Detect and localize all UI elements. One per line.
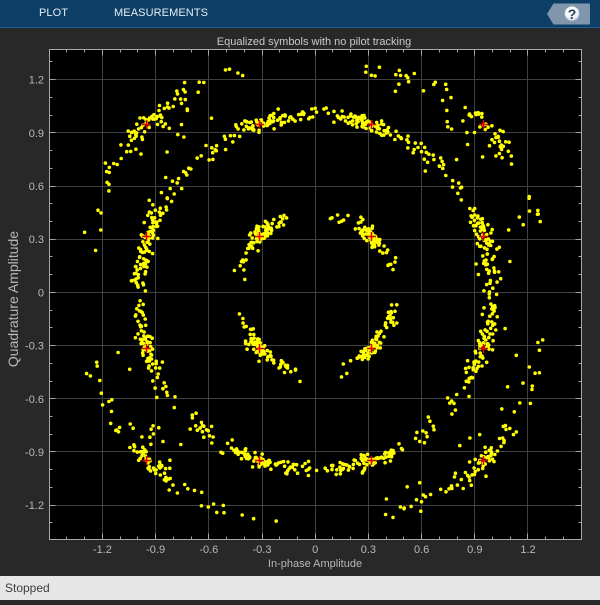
svg-text:0.3: 0.3 <box>29 234 44 246</box>
svg-text:-0.6: -0.6 <box>25 394 44 406</box>
svg-text:-0.3: -0.3 <box>25 341 44 353</box>
svg-text:-1.2: -1.2 <box>25 500 44 512</box>
svg-text:0.6: 0.6 <box>29 181 44 193</box>
svg-text:-0.3: -0.3 <box>253 544 272 556</box>
svg-text:Quadrature Amplitude: Quadrature Amplitude <box>5 231 21 367</box>
svg-text:0: 0 <box>312 544 318 556</box>
svg-text:1.2: 1.2 <box>29 75 44 87</box>
svg-text:-1.2: -1.2 <box>93 544 112 556</box>
svg-text:0.9: 0.9 <box>29 128 44 140</box>
svg-text:-0.9: -0.9 <box>25 447 44 459</box>
svg-text:-0.9: -0.9 <box>146 544 165 556</box>
svg-text:In-phase Amplitude: In-phase Amplitude <box>268 558 362 570</box>
svg-text:0: 0 <box>38 287 44 299</box>
svg-text:1.2: 1.2 <box>520 544 535 556</box>
svg-text:0.9: 0.9 <box>467 544 482 556</box>
svg-text:0.6: 0.6 <box>414 544 429 556</box>
svg-text:Equalized symbols with no pilo: Equalized symbols with no pilot tracking <box>217 36 411 48</box>
svg-text:-0.6: -0.6 <box>199 544 218 556</box>
svg-text:0.3: 0.3 <box>361 544 376 556</box>
